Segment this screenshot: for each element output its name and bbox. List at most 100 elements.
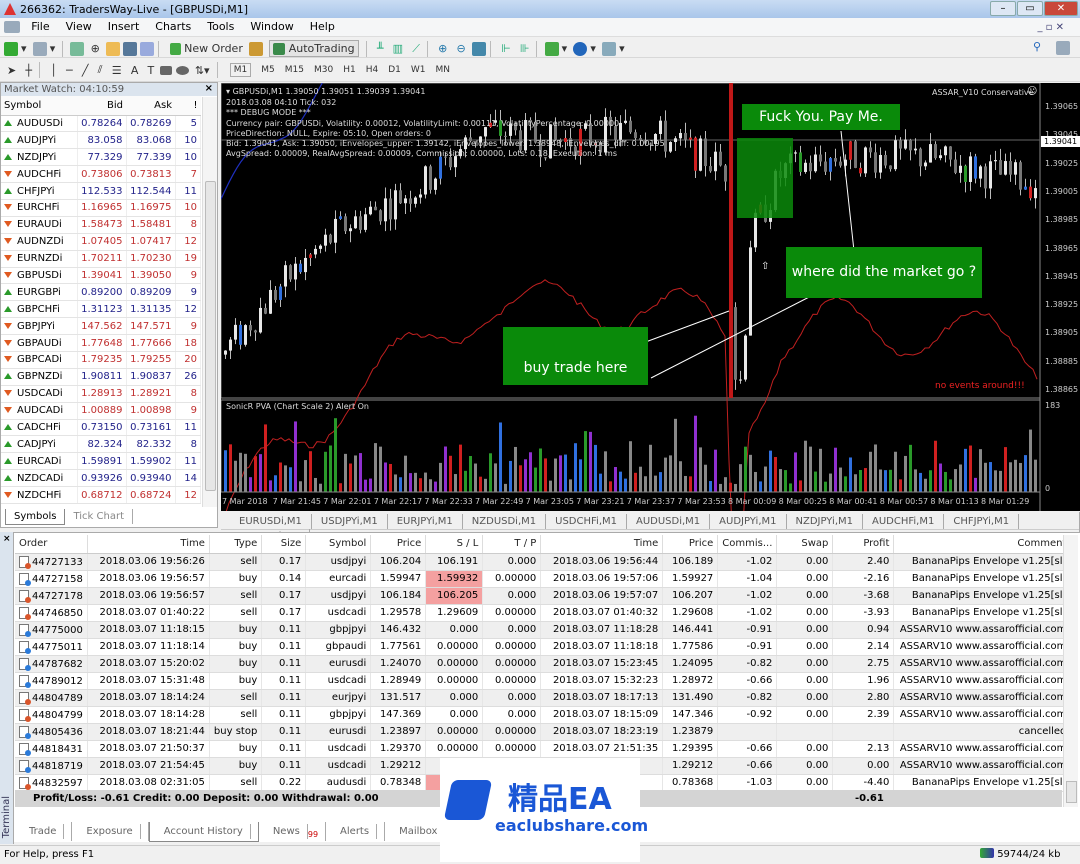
column-header[interactable]: Comment xyxy=(893,535,1072,554)
column-header[interactable]: Swap xyxy=(776,535,834,554)
timeframe-mn[interactable]: MN xyxy=(435,65,450,75)
market-watch-row[interactable]: CHFJPYi 112.533 112.544 11 xyxy=(1,182,201,200)
arrows-icon[interactable]: ⇅▾ xyxy=(195,64,210,77)
column-header[interactable]: Commis... xyxy=(717,535,778,554)
column-header[interactable]: S / L xyxy=(425,535,484,554)
restore-icon[interactable]: _ ▫ ✕ xyxy=(1029,20,1072,33)
market-watch-row[interactable]: NZDCHFi 0.68712 0.68724 12 xyxy=(1,486,201,504)
auto-scroll-icon[interactable]: ⊩ xyxy=(501,42,511,55)
menu-charts[interactable]: Charts xyxy=(147,18,199,33)
tile-windows-icon[interactable] xyxy=(471,41,486,56)
bar-chart-icon[interactable]: ╨ xyxy=(377,42,384,55)
chart-tab[interactable]: EURUSDi,M1 xyxy=(230,514,312,529)
terminal-tab-exposure[interactable]: Exposure xyxy=(72,822,149,841)
timeframe-h1[interactable]: H1 xyxy=(343,65,356,75)
chart-tab[interactable]: NZDJPYi,M1 xyxy=(787,514,863,529)
col-spread[interactable]: ! xyxy=(175,96,201,116)
new-order-button[interactable]: New Order xyxy=(169,42,243,55)
chart-tab[interactable]: EURJPYi,M1 xyxy=(388,514,463,529)
column-header[interactable]: Price xyxy=(370,535,427,554)
chart-tab[interactable]: CHFJPYi,M1 xyxy=(944,514,1020,529)
history-row[interactable]: 44775000 2018.03.07 11:18:15 buy 0.11 gbpjpy… xyxy=(15,621,1072,639)
market-watch-row[interactable]: GBPUSDi 1.39041 1.39050 9 xyxy=(1,267,201,285)
minimize-button[interactable]: – xyxy=(990,1,1016,16)
market-watch-row[interactable]: EURCADi 1.59891 1.59902 11 xyxy=(1,452,201,471)
market-watch-row[interactable]: AUDCADi 1.00889 1.00898 9 xyxy=(1,402,201,420)
history-row[interactable]: 44775011 2018.03.07 11:18:14 buy 0.11 gbpaud… xyxy=(15,638,1072,656)
autotrading-button[interactable]: AutoTrading xyxy=(269,40,359,57)
navigator-icon[interactable] xyxy=(106,41,121,56)
market-watch-row[interactable]: AUDJPYi 83.058 83.068 10 xyxy=(1,131,201,150)
fibonacci-icon[interactable]: ☰ xyxy=(112,64,122,77)
terminal-scrollbar[interactable] xyxy=(1063,535,1078,807)
close-icon[interactable]: × xyxy=(205,83,213,94)
market-watch-scrollbar[interactable] xyxy=(202,97,217,507)
market-watch-row[interactable]: AUDNZDi 1.07405 1.07417 12 xyxy=(1,233,201,251)
cursor-icon[interactable]: ➤ xyxy=(7,64,16,77)
history-row[interactable]: 44746850 2018.03.07 01:40:22 sell 0.17 usdca… xyxy=(15,604,1072,622)
market-watch-row[interactable]: EURCHFi 1.16965 1.16975 10 xyxy=(1,199,201,217)
periods-icon[interactable] xyxy=(573,41,588,56)
history-row[interactable]: 44727133 2018.03.06 19:56:26 sell 0.17 usdjp… xyxy=(15,553,1072,571)
timeframe-d1[interactable]: D1 xyxy=(388,65,401,75)
col-symbol[interactable]: Symbol xyxy=(1,96,77,116)
chart-tab[interactable]: NZDUSDi,M1 xyxy=(463,514,547,529)
timeframe-w1[interactable]: W1 xyxy=(411,65,426,75)
chart-tab[interactable]: AUDCHFi,M1 xyxy=(863,514,945,529)
chart-tab[interactable]: USDJPYi,M1 xyxy=(312,514,388,529)
column-header[interactable]: Profit xyxy=(832,535,895,554)
timeframe-m5[interactable]: M5 xyxy=(261,65,275,75)
zoom-in-icon[interactable]: ⊕ xyxy=(438,42,447,55)
search-icon[interactable]: ⚲ xyxy=(1033,40,1041,53)
trendline-icon[interactable]: ╱ xyxy=(82,64,89,77)
history-row[interactable]: 44804799 2018.03.07 18:14:28 sell 0.11 gbpjp… xyxy=(15,706,1072,724)
terminal-icon[interactable] xyxy=(123,41,138,56)
templates-icon[interactable] xyxy=(602,41,617,56)
col-bid[interactable]: Bid xyxy=(77,96,126,116)
history-row[interactable]: 44727178 2018.03.06 19:56:57 sell 0.17 usdjp… xyxy=(15,587,1072,605)
column-header[interactable]: Time xyxy=(87,535,210,554)
scrollbar-thumb[interactable] xyxy=(205,181,216,491)
history-row[interactable]: 44789012 2018.03.07 15:31:48 buy 0.11 usdcad… xyxy=(15,672,1072,690)
column-header[interactable]: T / P xyxy=(482,535,542,554)
tab-symbols[interactable]: Symbols xyxy=(5,509,66,525)
history-row[interactable]: 44804789 2018.03.07 18:14:24 sell 0.11 eurjp… xyxy=(15,689,1072,707)
market-watch-row[interactable]: AUDUSDi 0.78264 0.78269 5 xyxy=(1,115,201,133)
column-header[interactable]: Type xyxy=(209,535,263,554)
scrollbar-thumb[interactable] xyxy=(1066,781,1077,803)
col-ask[interactable]: Ask xyxy=(126,96,175,116)
timeframe-m30[interactable]: M30 xyxy=(314,65,333,75)
text-icon[interactable]: A xyxy=(131,64,139,77)
market-watch-row[interactable]: GBPCHFi 1.31123 1.31135 12 xyxy=(1,300,201,319)
profiles-icon[interactable] xyxy=(32,41,47,56)
column-header[interactable]: Time xyxy=(540,535,664,554)
menu-file[interactable]: File xyxy=(23,18,57,33)
menu-help[interactable]: Help xyxy=(302,18,343,33)
column-header[interactable]: Size xyxy=(261,535,307,554)
market-watch-row[interactable]: NZDJPYi 77.329 77.339 10 xyxy=(1,148,201,167)
column-header[interactable]: Symbol xyxy=(305,535,372,554)
crosshair-navigator-icon[interactable]: ⊕ xyxy=(91,42,100,55)
vertical-line-icon[interactable]: │ xyxy=(50,64,57,77)
crosshair-icon[interactable]: ┼ xyxy=(25,64,32,77)
column-header[interactable]: Price xyxy=(662,535,719,554)
history-row[interactable]: 44727158 2018.03.06 19:56:57 buy 0.14 eurcad… xyxy=(15,570,1072,588)
ellipse-icon[interactable] xyxy=(175,65,189,75)
history-row[interactable]: 44787682 2018.03.07 15:20:02 buy 0.11 eurusd… xyxy=(15,655,1072,673)
candlestick-icon[interactable]: ▥ xyxy=(393,42,403,55)
tab-tick-chart[interactable]: Tick Chart xyxy=(65,509,133,524)
maximize-button[interactable]: ▭ xyxy=(1017,1,1043,16)
timeframe-h4[interactable]: H4 xyxy=(366,65,379,75)
market-watch-row[interactable]: NZDCADi 0.93926 0.93940 14 xyxy=(1,469,201,488)
menu-tools[interactable]: Tools xyxy=(199,18,242,33)
menu-insert[interactable]: Insert xyxy=(100,18,148,33)
timeframe-m1[interactable]: M1 xyxy=(229,63,252,77)
rectangle-icon[interactable] xyxy=(160,65,173,75)
chart-shift-icon[interactable]: ⊪ xyxy=(520,42,530,55)
chart-tab[interactable]: AUDJPYi,M1 xyxy=(710,514,787,529)
equidistant-channel-icon[interactable]: ⫽ xyxy=(98,63,103,77)
close-terminal-icon[interactable]: × xyxy=(3,534,11,544)
metaeditor-icon[interactable] xyxy=(249,41,264,56)
line-chart-icon[interactable]: ⟋ xyxy=(412,42,420,56)
market-watch-row[interactable]: EURGBPi 0.89200 0.89209 9 xyxy=(1,283,201,302)
